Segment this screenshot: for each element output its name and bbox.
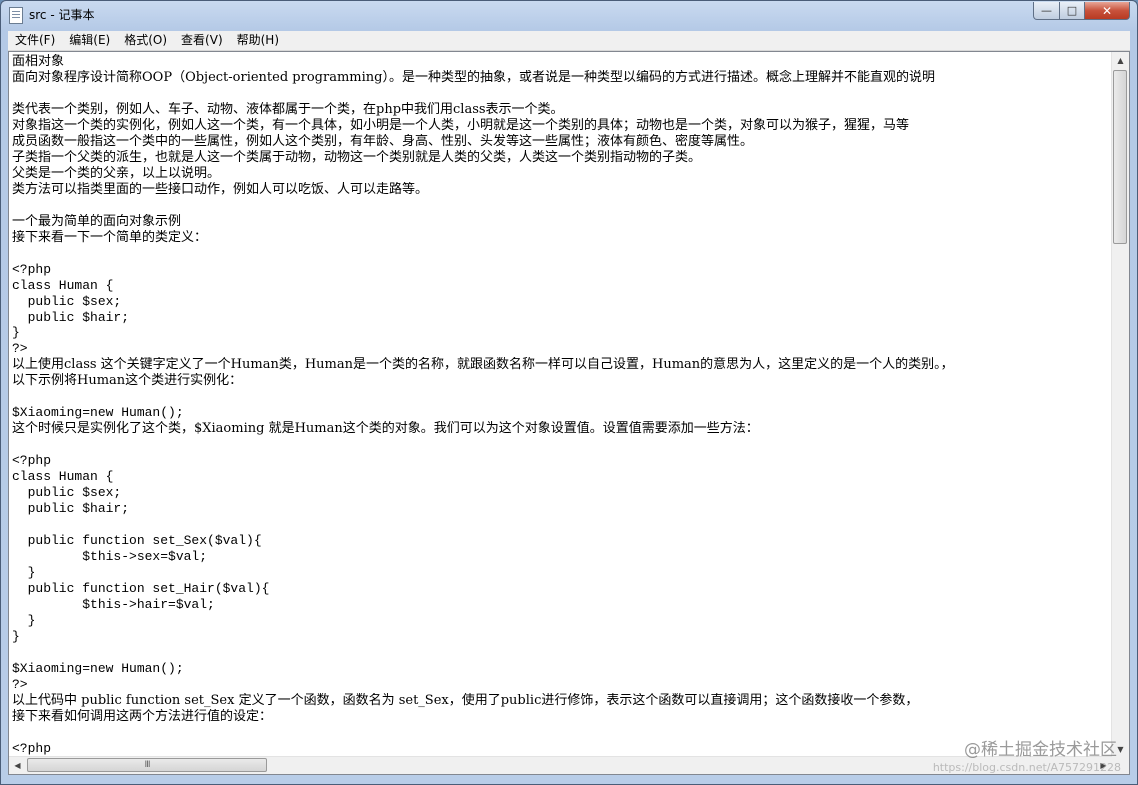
text-line: 接下来看如何调用这两个方法进行值的设定： [12,708,273,724]
text-line: $Xiaoming=new Human(); [12,405,184,421]
title-bar[interactable]: src - 记事本 — □ ✕ [1,1,1137,29]
text-line: 接下来看一下一个简单的类定义： [12,229,208,245]
menu-bar: 文件(F) 编辑(E) 格式(O) 查看(V) 帮助(H) [8,31,1130,51]
maximize-button[interactable]: □ [1059,2,1085,20]
text-line [12,389,1113,405]
text-line: 子类指一个父类的派生，也就是人这一个类属于动物，动物这一个类别就是人类的父类，人… [12,149,702,165]
menu-file[interactable]: 文件(F) [8,31,62,50]
text-line: class Human { [12,277,114,293]
text-line: 面向对象程序设计简称OOP（Object-oriented programmin… [12,69,935,85]
text-line: } [12,612,36,628]
text-line: 以下示例将Human这个类进行实例化： [12,373,243,389]
text-line: class Human { [12,469,114,485]
text-line: } [12,325,20,341]
text-line: <?php [12,740,52,756]
text-line [12,198,1113,214]
text-line: 以上使用class 这个关键字定义了一个Human类，Human是一个类的名称，… [12,357,954,373]
text-line: ?> [12,676,28,692]
text-line [12,645,1113,661]
text-line [12,437,1113,453]
text-line: public $hair; [12,309,130,325]
text-line: ?> [12,341,28,357]
minimize-button[interactable]: — [1033,2,1060,20]
text-line: } [12,565,36,580]
text-line [12,246,1113,262]
watermark-url: https://blog.csdn.net/A757291228 [932,761,1121,774]
watermark-label: @稀土掘金技术社区 [964,740,1117,760]
text-line: 类方法可以指类里面的一些接口动作，例如人可以吃饭、人可以走路等。 [12,181,429,197]
text-line: $this->hair=$val; [12,596,215,612]
text-line: public $sex; [12,293,122,309]
window-title: src - 记事本 [29,8,95,22]
text-line: public function set_Sex($val){ [12,533,262,549]
text-line: 类代表一个类别，例如人、车子、动物、液体都属于一个类，在php中我们用class… [12,101,564,117]
notepad-icon [9,7,23,24]
text-line: 一个最为简单的面向对象示例 [12,213,182,229]
menu-help[interactable]: 帮助(H) [230,31,286,50]
text-line: } [12,628,20,644]
text-line: 这个时候只是实例化了这个类，$Xiaoming 就是Human这个类的对象。我们… [12,421,759,437]
text-line [12,725,1113,741]
menu-format[interactable]: 格式(O) [117,31,174,50]
text-line: public $hair; [12,501,130,517]
text-content[interactable]: 面相对象 面向对象程序设计简称OOP（Object-oriented progra… [12,54,1113,760]
vertical-scrollbar[interactable]: ▲ ▼ [1111,52,1129,758]
text-line [12,517,1113,533]
menu-edit[interactable]: 编辑(E) [62,31,117,50]
text-line: 父类是一个类的父亲，以上以说明。 [12,165,221,181]
text-line: public $sex; [12,485,122,501]
text-line: $this->sex=$val; [12,549,208,565]
horizontal-scroll-thumb[interactable]: III [27,758,267,772]
close-button[interactable]: ✕ [1084,2,1130,20]
text-line: 成员函数一般指这一个类中的一些属性，例如人这个类别，有年龄、身高、性别、头发等这… [12,133,754,149]
text-line: $Xiaoming=new Human(); [12,660,184,676]
text-line: 以上代码中 public function set_Sex 定义了一个函数，函数… [12,692,919,708]
text-line: public function set_Hair($val){ [12,580,270,596]
vertical-scroll-thumb[interactable] [1113,70,1127,244]
scroll-up-icon[interactable]: ▲ [1112,52,1129,69]
text-line: <?php [12,261,52,277]
text-line: 面相对象 [12,54,65,69]
text-line: 对象指这一个类的实例化，例如人这一个类，有一个具体，如小明是一个人类，小明就是这… [12,117,910,133]
scroll-left-icon[interactable]: ◀ [9,757,26,774]
notepad-window: src - 记事本 — □ ✕ 文件(F) 编辑(E) 格式(O) 查看(V) … [0,0,1138,785]
text-line [12,86,1113,102]
menu-view[interactable]: 查看(V) [174,31,230,50]
text-line: <?php [12,453,52,469]
text-editor[interactable]: 面相对象 面向对象程序设计简称OOP（Object-oriented progra… [8,51,1130,775]
